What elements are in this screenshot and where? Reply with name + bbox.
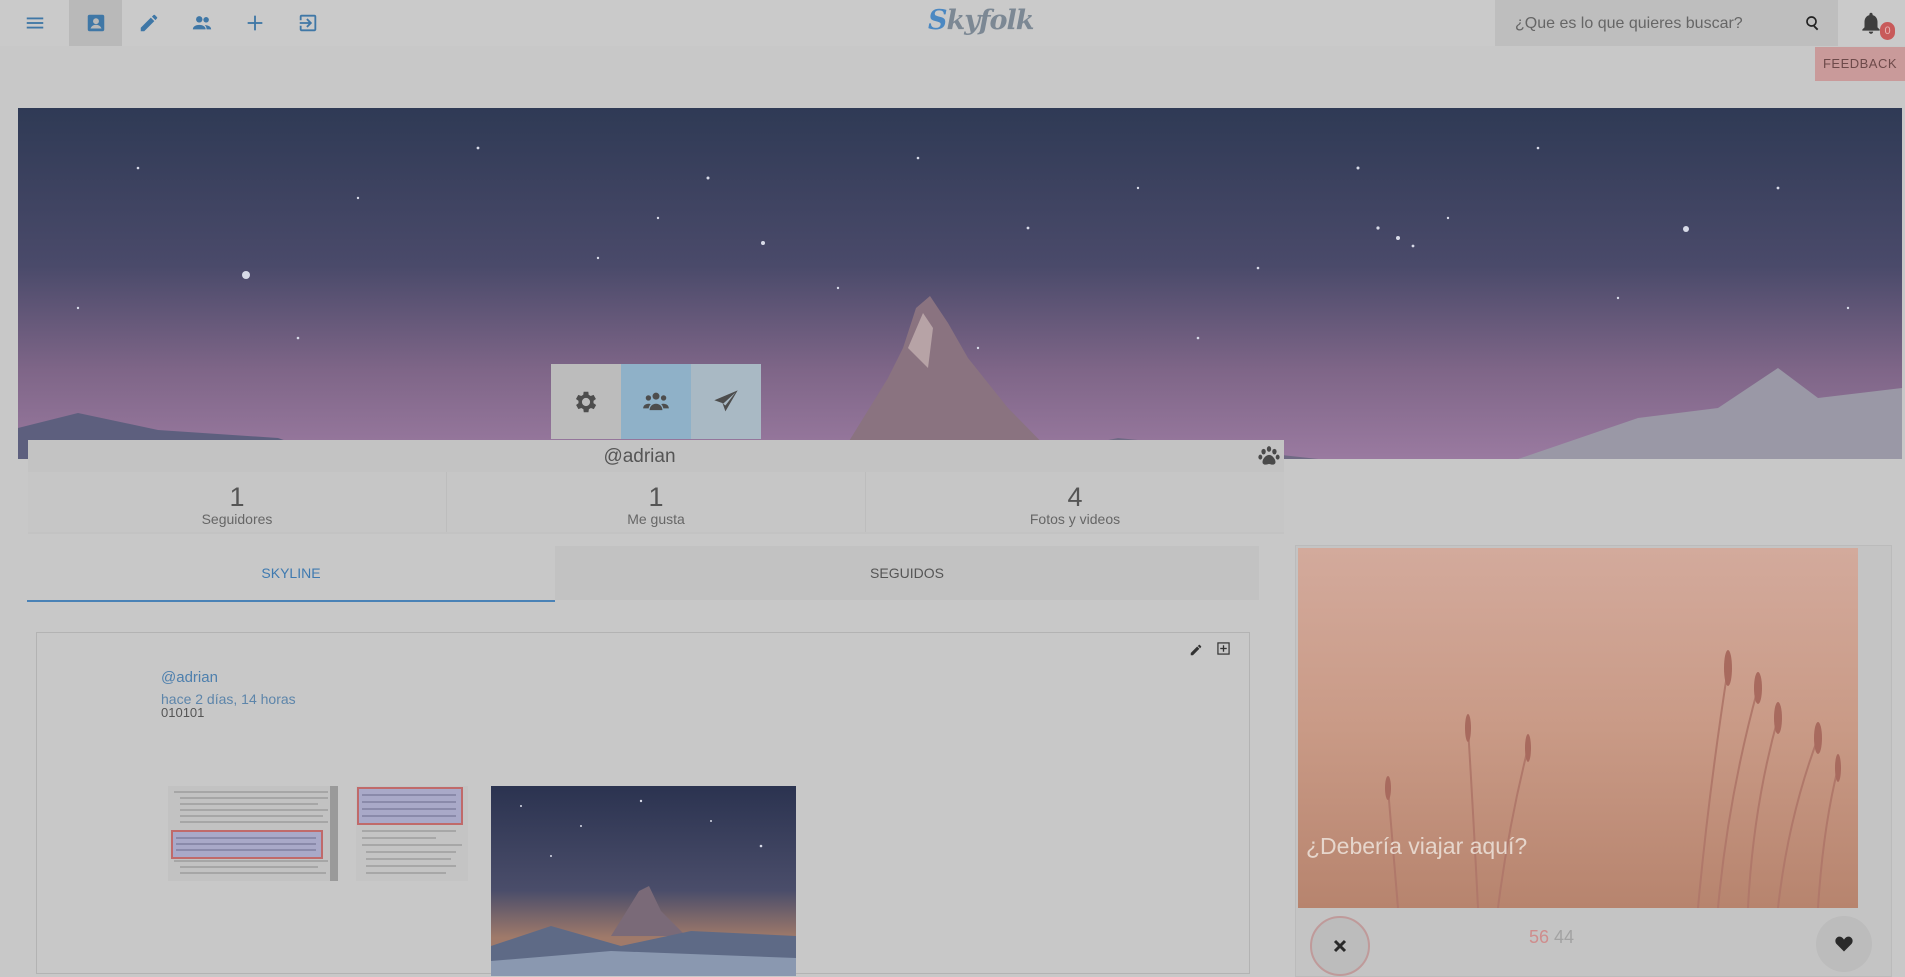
group-icon <box>643 392 669 410</box>
feedback-button[interactable]: FEEDBACK <box>1815 47 1905 81</box>
friends-button[interactable] <box>621 364 691 439</box>
tab-skyline[interactable]: SKYLINE <box>27 546 555 602</box>
profile-username: @adrian <box>603 446 676 467</box>
vote-count-yes: 56 <box>1529 927 1550 947</box>
gear-icon <box>575 391 597 412</box>
menu-icon[interactable] <box>8 0 61 46</box>
post-author[interactable]: @adrian <box>161 669 218 686</box>
profile-card: @adrian 1 Seguidores 1 Me gusta 4 Fotos … <box>28 440 1284 534</box>
stat-followers[interactable]: 1 Seguidores <box>28 472 447 532</box>
travel-suggestion-card: ¿Debería viajar aquí? 56 44 <box>1295 545 1892 977</box>
post-text: 010101 <box>161 705 205 720</box>
profile-stats: 1 Seguidores 1 Me gusta 4 Fotos y videos <box>28 472 1284 532</box>
vote-count: 56 44 <box>1529 927 1574 948</box>
heart-icon <box>1835 936 1853 952</box>
profile-actions <box>551 364 761 439</box>
stat-label: Fotos y videos <box>1029 511 1121 527</box>
profile-tabs: SKYLINE SEGUIDOS <box>27 546 1260 602</box>
expand-icon[interactable] <box>1217 642 1230 655</box>
edit-icon[interactable] <box>1189 643 1203 657</box>
paw-icon[interactable] <box>1256 443 1282 469</box>
stat-label: Seguidores <box>201 511 273 527</box>
stat-likes[interactable]: 1 Me gusta <box>447 472 866 532</box>
stat-photos[interactable]: 4 Fotos y videos <box>866 472 1284 532</box>
search-icon[interactable] <box>1804 14 1822 32</box>
search-box <box>1495 0 1838 48</box>
settings-button[interactable] <box>551 364 621 439</box>
profile-icon[interactable] <box>69 0 122 46</box>
stat-label: Me gusta <box>627 511 685 527</box>
timeline-post: @adrian hace 2 días, 14 horas 010101 <box>36 632 1250 976</box>
tab-seguidos[interactable]: SEGUIDOS <box>555 546 1259 600</box>
search-input[interactable] <box>1513 0 1807 48</box>
vote-count-no: 44 <box>1554 927 1575 947</box>
stat-value: 1 <box>229 482 245 512</box>
top-navbar: Skyfolk 0 <box>0 0 1905 48</box>
cover-image <box>18 108 1902 459</box>
close-icon <box>1333 939 1347 953</box>
reject-button[interactable] <box>1310 916 1370 976</box>
travel-question: ¿Debería viajar aquí? <box>1306 833 1528 859</box>
skyfolk-logo[interactable]: Skyfolk <box>928 5 1034 36</box>
plus-icon[interactable] <box>228 0 281 46</box>
logout-icon[interactable] <box>281 0 334 46</box>
pencil-icon[interactable] <box>122 0 175 46</box>
post-image-mountain[interactable] <box>491 786 796 976</box>
paper-plane-icon <box>714 389 738 411</box>
stat-value: 1 <box>648 482 664 512</box>
post-image-document-2[interactable] <box>356 786 468 881</box>
send-message-button[interactable] <box>691 364 761 439</box>
people-icon[interactable] <box>175 0 228 46</box>
post-image-document[interactable] <box>168 786 338 881</box>
notification-badge: 0 <box>1880 22 1895 40</box>
stat-value: 4 <box>1067 482 1083 512</box>
like-button[interactable] <box>1816 916 1872 972</box>
